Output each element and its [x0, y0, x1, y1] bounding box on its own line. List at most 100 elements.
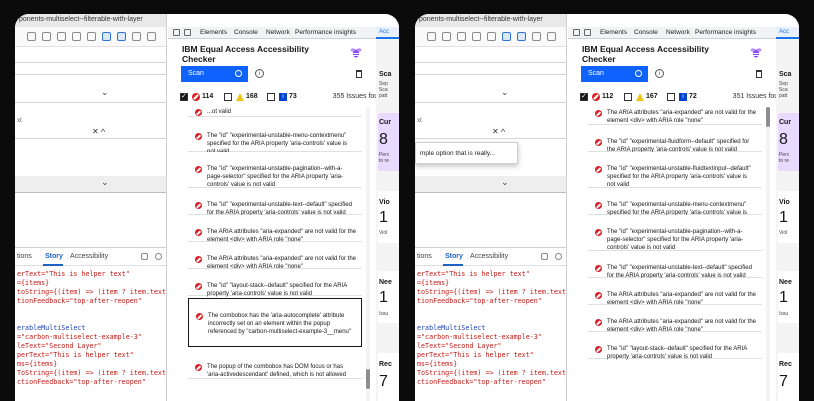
multiselect-field[interactable]: [15, 176, 166, 193]
scan-label: Scan: [588, 70, 604, 77]
devtools-tab-2[interactable]: Network: [666, 29, 690, 36]
scrollbar-thumb[interactable]: [366, 369, 370, 389]
inspect-icon[interactable]: [573, 29, 580, 36]
issue-item[interactable]: The "id" "experimental-unstable-fluidtex…: [588, 152, 762, 188]
info-icon[interactable]: i: [655, 69, 664, 78]
device-toggle-icon[interactable]: [584, 29, 591, 36]
devtools-tab-3[interactable]: Performance insights: [695, 29, 756, 36]
issue-item[interactable]: The ARIA attributes "aria-expanded" are …: [188, 215, 362, 243]
close-panel-icon[interactable]: [155, 253, 162, 260]
summary-text: 7: [779, 373, 788, 390]
pen-icon[interactable]: [517, 32, 526, 41]
zoom-reset-icon[interactable]: [72, 32, 81, 41]
zoom-out-icon[interactable]: [57, 32, 66, 41]
devtools-tab-1[interactable]: Console: [234, 29, 258, 36]
issue-list-scrollbar[interactable]: [366, 107, 370, 401]
reload-icon[interactable]: [27, 32, 36, 41]
layout-icon[interactable]: [532, 32, 541, 41]
inspect-icon[interactable]: [173, 29, 180, 36]
filter-recommendation-checkbox[interactable]: [267, 93, 275, 101]
scrollbar-thumb[interactable]: [766, 107, 770, 127]
addon-tab-1[interactable]: Story: [45, 253, 63, 260]
issue-item[interactable]: The popup of the combobox has DOM focus …: [188, 350, 362, 379]
issue-item[interactable]: The ARIA attributes "aria-expanded" are …: [588, 305, 762, 333]
addon-tab-2[interactable]: Accessibility: [470, 253, 508, 260]
dropdown-option[interactable]: mple option that is really...: [415, 142, 518, 164]
recommendation-count: 73: [289, 93, 297, 100]
trash-icon[interactable]: [356, 70, 362, 78]
close-icon[interactable]: ✕: [492, 127, 499, 136]
issue-item[interactable]: The ARIA attributes "aria-expanded" are …: [188, 242, 362, 270]
zoom-in-icon[interactable]: [42, 32, 51, 41]
devtools-tab-accessibility[interactable]: Acc: [376, 27, 399, 39]
pen-icon[interactable]: [117, 32, 126, 41]
chevron-up-icon[interactable]: ^: [501, 127, 505, 137]
reload-icon[interactable]: [427, 32, 436, 41]
globe-icon[interactable]: [502, 32, 511, 41]
chevron-up-icon[interactable]: ^: [101, 127, 105, 137]
issue-item[interactable]: The "id" "experimental-unstable-menu-con…: [588, 188, 762, 224]
filter-recommendation-checkbox[interactable]: [667, 93, 675, 101]
issue-list-scrollbar[interactable]: [766, 107, 770, 401]
addons-tabs: tions Story Accessibility: [15, 248, 166, 266]
panel-orientation-icon[interactable]: [141, 253, 148, 260]
close-icon[interactable]: ✕: [92, 127, 99, 136]
layout-icon[interactable]: [132, 32, 141, 41]
scan-button[interactable]: Scan: [581, 66, 648, 82]
summary-text: Sca: [379, 71, 392, 78]
url-bar[interactable]: ponents-multiselect--filterable-with-lay…: [415, 14, 566, 27]
panel-icon[interactable]: [147, 32, 156, 41]
scan-button[interactable]: Scan: [181, 66, 248, 82]
grid-icon[interactable]: [487, 32, 496, 41]
issue-item[interactable]: The "id" "experimental-unstable-paginati…: [188, 152, 362, 188]
issue-item[interactable]: The "id" "layout-stack--default" specifi…: [588, 332, 762, 360]
filter-review-checkbox[interactable]: [224, 93, 232, 101]
devtools-tab-3[interactable]: Performance insights: [295, 29, 356, 36]
zoom-reset-icon[interactable]: [472, 32, 481, 41]
devtools-tab-2[interactable]: Network: [266, 29, 290, 36]
issue-item[interactable]: The "id" "layout-stack--default" specifi…: [188, 269, 362, 297]
addon-tab-1[interactable]: Story: [445, 253, 463, 260]
filter-all-checkbox[interactable]: [580, 92, 588, 101]
filter-all-checkbox[interactable]: [180, 92, 188, 101]
issue-item[interactable]: The ARIA attributes "aria-expanded" are …: [588, 278, 762, 306]
globe-icon[interactable]: [102, 32, 111, 41]
addon-tab-2[interactable]: Accessibility: [70, 253, 108, 260]
violation-icon: [595, 139, 602, 146]
violation-icon: [195, 283, 202, 290]
devtools-tab-1[interactable]: Console: [634, 29, 658, 36]
filter-review-checkbox[interactable]: [624, 93, 632, 101]
violation-icon: [595, 346, 602, 353]
addon-tab-0[interactable]: tions: [417, 253, 432, 260]
device-toggle-icon[interactable]: [184, 29, 191, 36]
panel-icon[interactable]: [547, 32, 556, 41]
zoom-in-icon[interactable]: [442, 32, 451, 41]
issue-item[interactable]: The combobox has the 'aria-autocomplete'…: [188, 298, 362, 347]
devtools-tab-0[interactable]: Elements: [600, 29, 627, 36]
grid-icon[interactable]: [87, 32, 96, 41]
info-icon[interactable]: i: [255, 69, 264, 78]
issue-item[interactable]: The ARIA attributes "aria-expanded" are …: [588, 107, 762, 125]
devtools-tab-0[interactable]: Elements: [200, 29, 227, 36]
addon-tab-0[interactable]: tions: [17, 253, 32, 260]
trash-icon[interactable]: [756, 70, 762, 78]
issue-item[interactable]: The "id" "experimental-unstable-text--de…: [188, 188, 362, 216]
issue-item[interactable]: ...ot valid: [188, 107, 362, 117]
field-divider: [15, 138, 166, 139]
chevron-down-icon[interactable]: ⌄: [101, 87, 109, 98]
panel-orientation-icon[interactable]: [541, 253, 548, 260]
close-panel-icon[interactable]: [555, 253, 562, 260]
issue-item[interactable]: The "id" "experimental-unstable-paginati…: [588, 215, 762, 251]
issue-item[interactable]: The "id" "experimental-unstable-text--de…: [588, 251, 762, 279]
multiselect-field[interactable]: [415, 176, 566, 193]
chevron-down-icon[interactable]: ⌄: [101, 177, 109, 188]
url-bar[interactable]: ponents-multiselect--filterable-with-lay…: [15, 14, 166, 27]
chevron-down-icon[interactable]: ⌄: [501, 177, 509, 188]
devtools-tab-accessibility[interactable]: Acc: [776, 27, 799, 39]
issue-item[interactable]: The "id" "experimental-fluidform--defaul…: [588, 125, 762, 153]
zoom-out-icon[interactable]: [457, 32, 466, 41]
violation-count: 112: [602, 93, 614, 100]
issue-item[interactable]: The "id" "experimental-unstable-menu-con…: [188, 119, 362, 155]
chevron-down-icon[interactable]: ⌄: [501, 87, 509, 98]
checker-title: IBM Equal Access Accessibility Checker: [582, 44, 709, 64]
